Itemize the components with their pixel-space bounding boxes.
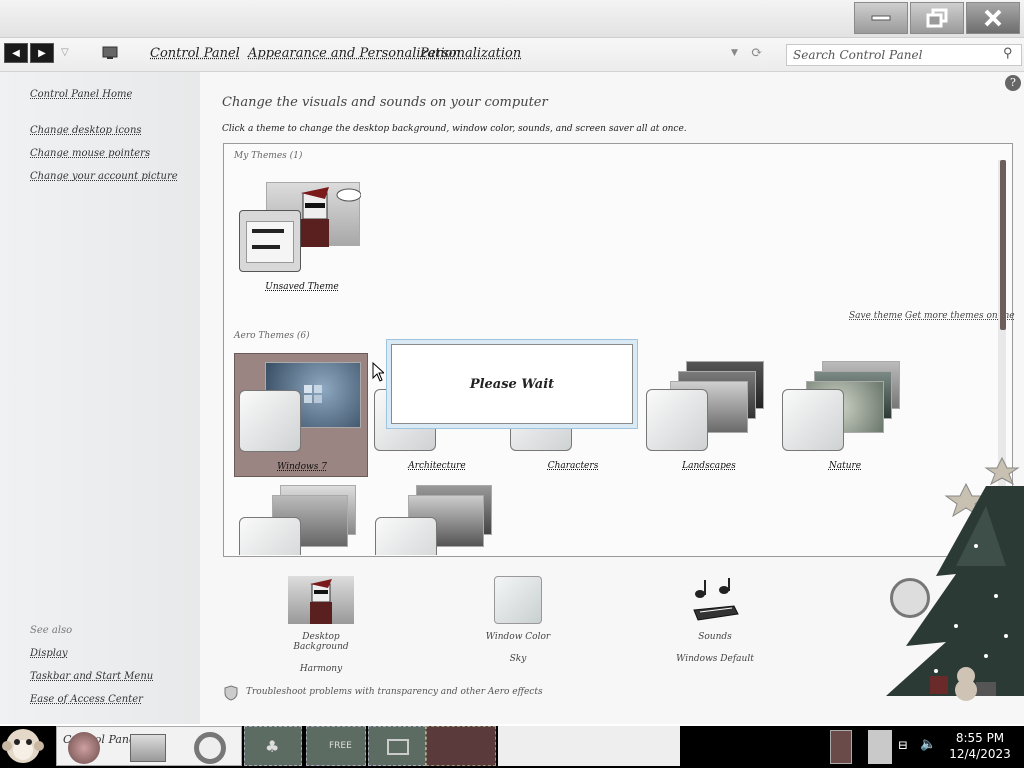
- breadcrumb-personalization[interactable]: Personalization: [420, 46, 521, 61]
- clock-time: 8:55 PM: [955, 731, 1005, 745]
- minimize-icon: [871, 15, 891, 21]
- unsaved-theme[interactable]: Unsaved Theme: [236, 176, 370, 300]
- my-themes-label: My Themes (1): [234, 151, 303, 161]
- theme-color-swatch: [646, 389, 708, 451]
- aero-themes-label: Aero Themes (6): [234, 331, 310, 341]
- page-subtitle: Click a theme to change the desktop back…: [222, 124, 687, 134]
- theme-row3-item-2[interactable]: [372, 483, 506, 555]
- ease-of-access-link[interactable]: Ease of Access Center: [30, 694, 143, 705]
- please-wait-dialog: Please Wait: [386, 339, 638, 429]
- please-wait-text: Please Wait: [391, 344, 633, 424]
- see-also-heading: See also: [30, 625, 73, 636]
- theme-color-swatch: [375, 517, 437, 555]
- help-icon[interactable]: ?: [1005, 75, 1021, 91]
- change-account-picture-link[interactable]: Change your account picture: [30, 171, 178, 182]
- theme-color-swatch: [239, 210, 301, 272]
- taskbar-blank-area: [498, 726, 680, 766]
- desktop-background-thumbnail: [288, 576, 354, 624]
- taskbar-start-menu-link[interactable]: Taskbar and Start Menu: [30, 671, 153, 682]
- sounds-title: Sounds: [698, 632, 732, 642]
- change-mouse-pointers-link[interactable]: Change mouse pointers: [30, 148, 150, 159]
- close-button[interactable]: [966, 2, 1020, 34]
- volume-icon[interactable]: 🔈: [920, 737, 936, 752]
- title-bar: [0, 0, 1024, 38]
- desktop-background-value: Harmony: [299, 664, 343, 674]
- show-hidden-icons-button[interactable]: [830, 730, 852, 764]
- address-dropdown-icon[interactable]: ▼: [731, 48, 738, 58]
- troubleshoot-link[interactable]: Troubleshoot problems with transparency …: [224, 685, 543, 701]
- theme-color-swatch: [239, 390, 301, 452]
- taskbar-clock[interactable]: 8:55 PM 12/4/2023: [940, 730, 1020, 762]
- network-icon[interactable]: ⊟: [898, 738, 908, 752]
- chrome-icon[interactable]: [194, 732, 226, 764]
- desktop-background-title: Desktop Background: [293, 632, 349, 652]
- theme-color-swatch: [782, 389, 844, 451]
- taskbar-tree-app[interactable]: ♣: [244, 726, 302, 766]
- folder-icon[interactable]: [130, 734, 166, 762]
- window-color-swatch: [494, 576, 542, 624]
- santa-skeleton-icon: [310, 579, 332, 624]
- theme-label: Windows 7: [277, 462, 327, 472]
- tree-icon: ♣: [265, 737, 280, 756]
- theme-label: Characters: [547, 461, 599, 471]
- sounds-value: Windows Default: [676, 654, 754, 664]
- control-panel-icon: [102, 46, 118, 59]
- start-button[interactable]: [2, 726, 48, 766]
- theme-label: Landscapes: [682, 461, 736, 471]
- taskbar-free-app[interactable]: FREE: [306, 726, 366, 766]
- taskbar-empty-slot[interactable]: [426, 726, 496, 766]
- search-input[interactable]: Search Control Panel: [786, 44, 1022, 66]
- search-icon[interactable]: ⚲: [1003, 46, 1013, 61]
- refresh-icon[interactable]: ⟳: [751, 45, 763, 61]
- recent-pages-chevron-icon[interactable]: ▽: [61, 47, 69, 58]
- display-link[interactable]: Display: [30, 648, 68, 659]
- theme-label: Architecture: [408, 461, 466, 471]
- taskbar: Control Panel ♣ FREE ⊟ 🔈 8:55 PM 12/4/20…: [0, 726, 1024, 768]
- window-color-title: Window Color: [485, 632, 551, 642]
- theme-color-swatch: [239, 517, 301, 555]
- page-title: Change the visuals and sounds on your co…: [222, 95, 548, 110]
- sounds-icon: [693, 578, 739, 621]
- back-button[interactable]: ◀: [4, 43, 28, 63]
- forward-arrow-icon: ▶: [38, 47, 46, 59]
- clock-date: 12/4/2023: [949, 747, 1011, 761]
- desktop-background-setting[interactable]: Desktop Background Harmony: [276, 576, 366, 674]
- unsaved-theme-label: Unsaved Theme: [265, 282, 339, 292]
- free-badge-icon: FREE: [329, 741, 352, 751]
- shield-icon: [224, 685, 238, 701]
- change-desktop-icons-link[interactable]: Change desktop icons: [30, 125, 142, 136]
- minimize-button[interactable]: [854, 2, 908, 34]
- back-arrow-icon: ◀: [12, 47, 20, 59]
- theme-landscapes[interactable]: Landscapes: [642, 353, 776, 477]
- action-center-icon[interactable]: [868, 730, 892, 764]
- panel-app-icon: [387, 739, 409, 755]
- taskbar-panel-app[interactable]: [368, 726, 426, 766]
- forward-button[interactable]: ▶: [30, 43, 54, 63]
- restore-icon: [926, 8, 948, 28]
- close-icon: [984, 9, 1002, 27]
- firefox-icon[interactable]: [68, 732, 100, 764]
- mouse-cursor-icon: [372, 362, 384, 382]
- theme-windows-7[interactable]: Windows 7: [234, 353, 368, 477]
- save-theme-link[interactable]: Save theme: [849, 311, 902, 321]
- control-panel-home-link[interactable]: Control Panel Home: [30, 89, 132, 100]
- sounds-setting[interactable]: Sounds Windows Default: [670, 576, 760, 664]
- window-color-setting[interactable]: Window Color Sky: [478, 576, 558, 664]
- restore-button[interactable]: [910, 2, 964, 34]
- start-monkey-icon: [2, 729, 44, 763]
- themes-scrollbar-thumb[interactable]: [1000, 160, 1006, 330]
- breadcrumb-control-panel[interactable]: Control Panel: [150, 46, 240, 61]
- troubleshoot-label: Troubleshoot problems with transparency …: [246, 687, 543, 697]
- address-bar: ◀ ▶ ▽ Control Panel Appearance and Perso…: [0, 38, 1024, 72]
- christmas-tree-icon: [886, 456, 1024, 701]
- theme-row3-item-1[interactable]: [236, 483, 370, 555]
- window-color-value: Sky: [509, 654, 527, 664]
